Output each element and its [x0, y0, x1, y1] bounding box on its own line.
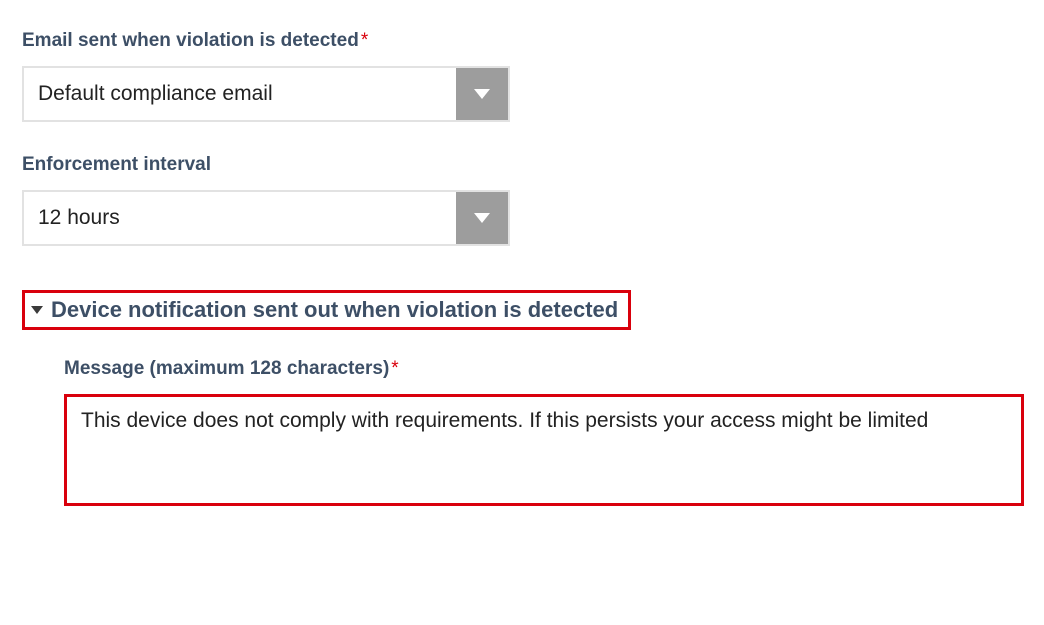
email-select[interactable]: Default compliance email: [22, 66, 510, 122]
required-asterisk: *: [391, 358, 398, 379]
interval-field-group: Enforcement interval 12 hours: [22, 154, 1022, 246]
interval-select[interactable]: 12 hours: [22, 190, 510, 246]
section-toggle[interactable]: Device notification sent out when violat…: [22, 290, 631, 330]
message-field-group: Message (maximum 128 characters)*: [64, 358, 1022, 511]
email-label-text: Email sent when violation is detected: [22, 30, 359, 51]
message-label-text: Message (maximum 128 characters): [64, 358, 389, 379]
required-asterisk: *: [361, 30, 368, 51]
section-title: Device notification sent out when violat…: [51, 297, 618, 323]
interval-label: Enforcement interval: [22, 154, 1022, 176]
chevron-down-icon: [456, 68, 508, 120]
chevron-down-icon: [456, 192, 508, 244]
email-label: Email sent when violation is detected*: [22, 30, 1022, 52]
email-field-group: Email sent when violation is detected* D…: [22, 30, 1022, 122]
interval-label-text: Enforcement interval: [22, 154, 211, 175]
message-label: Message (maximum 128 characters)*: [64, 358, 1022, 380]
interval-select-value: 12 hours: [24, 206, 456, 230]
message-textarea[interactable]: [64, 394, 1024, 506]
caret-down-icon: [31, 306, 43, 314]
notification-section: Device notification sent out when violat…: [22, 290, 1022, 511]
email-select-value: Default compliance email: [24, 82, 456, 106]
